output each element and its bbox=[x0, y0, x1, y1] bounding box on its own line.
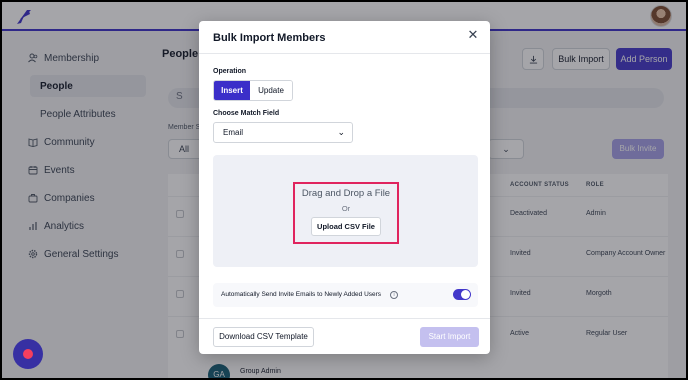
match-field-value: Email bbox=[223, 128, 244, 137]
auto-send-toggle[interactable] bbox=[453, 289, 471, 300]
upload-csv-button[interactable]: Upload CSV File bbox=[311, 217, 381, 236]
update-option[interactable]: Update bbox=[250, 81, 292, 100]
download-csv-template-button[interactable]: Download CSV Template bbox=[213, 327, 314, 347]
match-field-label: Choose Match Field bbox=[213, 110, 280, 117]
operation-toggle: Insert Update bbox=[213, 80, 293, 101]
highlight-box: Drag and Drop a File Or Upload CSV File bbox=[293, 182, 399, 244]
toggle-knob bbox=[461, 290, 470, 299]
auto-send-setting: Automatically Send Invite Emails to Newl… bbox=[213, 283, 478, 307]
dropzone-title: Drag and Drop a File bbox=[301, 188, 391, 199]
insert-option[interactable]: Insert bbox=[214, 81, 250, 100]
chat-icon bbox=[23, 349, 33, 359]
auto-send-label: Automatically Send Invite Emails to Newl… bbox=[221, 291, 382, 298]
info-icon[interactable]: i bbox=[390, 291, 398, 299]
divider bbox=[199, 53, 490, 54]
file-dropzone[interactable]: Drag and Drop a File Or Upload CSV File bbox=[213, 155, 478, 267]
divider bbox=[199, 318, 490, 319]
close-icon[interactable]: ✕ bbox=[466, 28, 480, 42]
chat-launcher-button[interactable] bbox=[13, 339, 43, 369]
match-field-select[interactable]: Email ⌄ bbox=[213, 122, 353, 143]
modal-title: Bulk Import Members bbox=[213, 32, 326, 44]
app-frame: Membership People People Attributes Comm… bbox=[2, 2, 686, 378]
chevron-down-icon: ⌄ bbox=[337, 127, 345, 137]
operation-label: Operation bbox=[213, 68, 247, 75]
start-import-button[interactable]: Start Import bbox=[420, 327, 479, 347]
dropzone-or: Or bbox=[341, 204, 351, 213]
bulk-import-modal: Bulk Import Members ✕ Operation Insert U… bbox=[199, 21, 490, 354]
